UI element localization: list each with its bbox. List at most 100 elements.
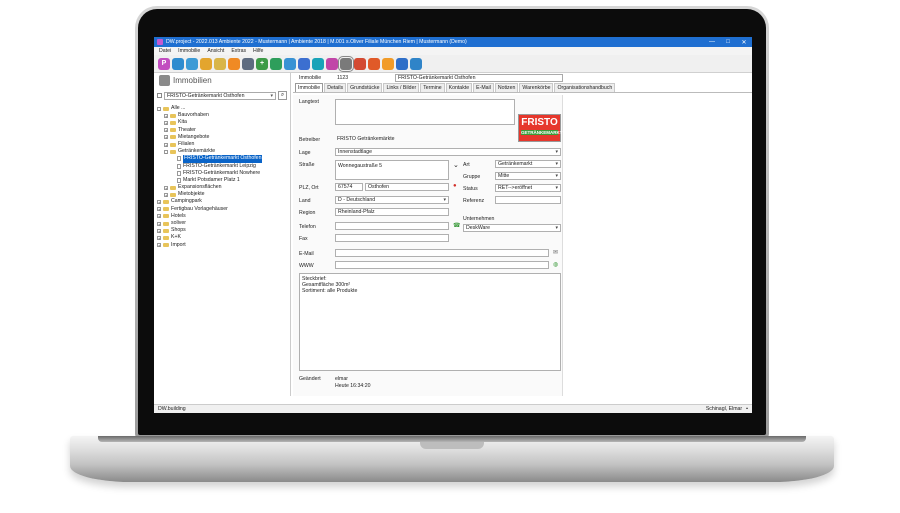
tree-node[interactable]: + Shops — [157, 227, 290, 234]
tab-notizen[interactable]: Notizen — [494, 83, 519, 92]
menu-extras[interactable]: Extras — [231, 48, 246, 54]
export-icon[interactable] — [284, 57, 296, 70]
tree-node[interactable]: + Bauvorhaben — [157, 112, 290, 119]
tree-node[interactable]: + Mietobjekte — [157, 191, 290, 198]
expand-icon[interactable]: + — [164, 142, 168, 147]
box-icon[interactable] — [382, 57, 394, 70]
expand-icon[interactable]: + — [164, 135, 168, 140]
fax-field[interactable] — [335, 234, 449, 242]
tab-organisationshandbuch[interactable]: Organisationshandbuch — [554, 83, 616, 92]
referenz-field[interactable] — [495, 196, 561, 204]
tab-warenkörbe[interactable]: Warenkörbe — [519, 83, 554, 92]
tree-node[interactable]: + Import — [157, 242, 290, 249]
tree-node[interactable]: Markt Potsdamer Platz 1 — [157, 177, 290, 184]
mail-icon[interactable]: ✉ — [553, 249, 558, 256]
tree-node[interactable]: + Mietangebote — [157, 134, 290, 141]
expand-icon[interactable]: + — [157, 228, 161, 233]
chevron-down-icon[interactable]: ▾ — [443, 197, 446, 203]
menu-immobilie[interactable]: Immobilie — [178, 48, 200, 54]
tree-node[interactable]: + Fertigbau Vorlagehäuser — [157, 206, 290, 213]
car-icon[interactable] — [298, 57, 310, 70]
chevron-down-icon[interactable]: ▾ — [270, 93, 273, 99]
expand-icon[interactable]: + — [164, 120, 168, 125]
tree-node[interactable]: + K+K — [157, 234, 290, 241]
expand-icon[interactable]: + — [157, 200, 161, 205]
tab-kontakte[interactable]: Kontakte — [445, 83, 473, 92]
expand-icon[interactable]: + — [164, 113, 168, 118]
globe-icon[interactable]: ◍ — [553, 261, 558, 268]
p-icon[interactable]: P — [158, 57, 170, 70]
map-pin-icon[interactable]: ● — [453, 183, 457, 189]
id-icon[interactable] — [410, 57, 422, 70]
tree-node[interactable]: + Theater — [157, 127, 290, 134]
expand-icon[interactable]: + — [157, 221, 161, 226]
folder-icon[interactable] — [214, 57, 226, 70]
chevron-down-icon[interactable]: ▾ — [555, 149, 558, 155]
notes-area[interactable]: Steckbrief: Gesamtfläche 300m² Sortiment… — [299, 273, 561, 371]
pie-icon[interactable] — [326, 57, 338, 70]
expand-icon[interactable]: + — [157, 243, 161, 248]
tab-e-mail[interactable]: E-Mail — [473, 83, 494, 92]
unternehmen-select[interactable]: DeskWare ▾ — [463, 224, 561, 232]
tab-immobilie[interactable]: Immobilie — [295, 83, 324, 92]
chevron-down-icon[interactable]: ▾ — [555, 225, 558, 231]
tree-node[interactable]: + Kita — [157, 119, 290, 126]
tab-details[interactable]: Details — [324, 83, 347, 92]
tree-node[interactable]: - Getränkemärkte — [157, 148, 290, 155]
tab-links-bilder[interactable]: Links / Bilder — [383, 83, 420, 92]
expand-icon[interactable]: + — [157, 214, 161, 219]
tree-node[interactable]: FRISTO-Getränkemarkt Nowhere — [157, 170, 290, 177]
cart-icon[interactable] — [228, 57, 240, 70]
minimize-button[interactable]: — — [704, 39, 720, 45]
arrow-icon[interactable] — [270, 57, 282, 70]
search-button[interactable]: ⌕ — [278, 91, 287, 100]
status-select[interactable]: RET-->eröffnet ▾ — [495, 184, 561, 192]
home-icon[interactable] — [312, 57, 324, 70]
chevron-down-icon[interactable]: ▾ — [555, 161, 558, 167]
tree-node[interactable]: - Alle ... — [157, 105, 290, 112]
search-combo[interactable]: FRISTO-Getränkemarkt Osthofen ▾ — [164, 91, 276, 100]
calendar-icon[interactable] — [200, 57, 212, 70]
tree-node[interactable]: + Campingpark — [157, 198, 290, 205]
maximize-button[interactable]: □ — [720, 39, 736, 45]
www-field[interactable] — [335, 261, 549, 269]
chevron-down-icon[interactable]: ▾ — [555, 173, 558, 179]
telefon-field[interactable] — [335, 222, 449, 230]
expand-icon[interactable]: + — [157, 235, 161, 240]
tab-termine[interactable]: Termine — [420, 83, 445, 92]
tree-node[interactable]: FRISTO-Getränkemarkt Leipzig — [157, 163, 290, 170]
expand-icon[interactable]: + — [164, 192, 168, 197]
chevron-down-icon[interactable]: ⌄ — [453, 161, 459, 169]
collapse-icon[interactable]: - — [164, 149, 168, 154]
tree-node[interactable]: + Hotels — [157, 213, 290, 220]
menu-ansicht[interactable]: Ansicht — [207, 48, 224, 54]
menu-hilfe[interactable]: Hilfe — [253, 48, 263, 54]
art-select[interactable]: Getränkemarkt ▾ — [495, 160, 561, 168]
expand-icon[interactable]: + — [164, 128, 168, 133]
langtext-field[interactable] — [335, 99, 515, 125]
tree-node[interactable]: + Expansionsflächen — [157, 184, 290, 191]
immobilie-name-field[interactable]: FRISTO-Getränkemarkt Osthofen — [395, 74, 563, 82]
lage-select[interactable]: Innenstadtlage ▾ — [335, 148, 561, 156]
building-icon[interactable] — [338, 55, 354, 72]
expand-icon[interactable]: + — [157, 207, 161, 212]
land-select[interactable]: D - Deutschland ▾ — [335, 196, 449, 204]
strasse-field[interactable]: Wonnegaustraße 5 — [335, 160, 449, 180]
region-field[interactable]: Rheinland-Pfalz — [335, 208, 449, 216]
email-field[interactable] — [335, 249, 549, 257]
tree-node[interactable]: FRISTO-Getränkemarkt Osthofen — [157, 155, 290, 163]
ort-field[interactable]: Osthofen — [365, 183, 449, 191]
collapse-icon[interactable]: - — [157, 106, 161, 111]
menu-datei[interactable]: Datei — [159, 48, 171, 54]
save-icon[interactable]: ▪ — [746, 406, 748, 412]
mail-icon[interactable] — [186, 57, 198, 70]
plz-field[interactable]: 67574 — [335, 183, 363, 191]
gruppe-select[interactable]: Mitte ▾ — [495, 172, 561, 180]
contacts-icon[interactable] — [172, 57, 184, 70]
plus-icon[interactable]: + — [256, 57, 268, 70]
person-icon[interactable] — [354, 57, 366, 70]
tree-node[interactable]: + soliver — [157, 220, 290, 227]
tab-grundstücke[interactable]: Grundstücke — [347, 83, 383, 92]
chevron-down-icon[interactable]: ▾ — [555, 185, 558, 191]
grid-icon[interactable] — [396, 57, 408, 70]
